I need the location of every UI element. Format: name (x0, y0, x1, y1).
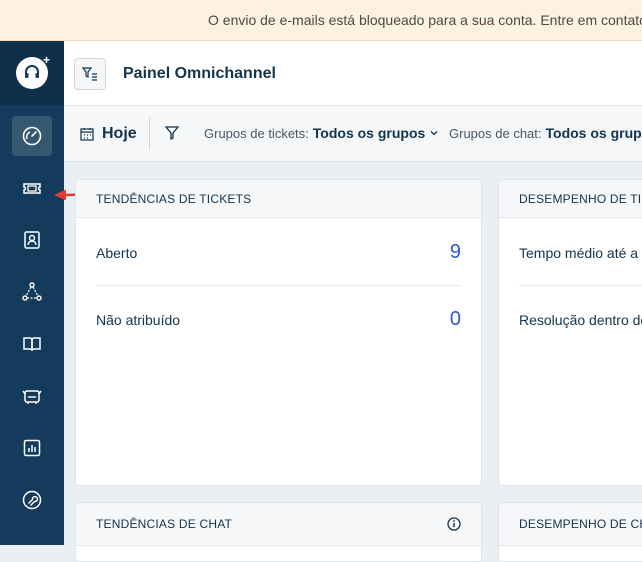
email-blocked-banner: O envio de e-mails está bloqueado para a… (0, 0, 642, 41)
chat-trends-title: TENDÊNCIAS DE CHAT (96, 517, 232, 531)
metric-label: Não atribuído (96, 312, 180, 328)
info-icon[interactable] (447, 517, 461, 531)
metric-row-open[interactable]: Aberto 9 (96, 219, 461, 286)
calendar-icon (80, 127, 94, 141)
dashboard-filter-button[interactable] (74, 58, 106, 90)
metric-row-sla[interactable]: Resolução dentro do SLA (519, 286, 642, 353)
chevron-down-icon (429, 128, 439, 138)
contact-icon (21, 229, 43, 251)
sidebar-item-network[interactable] (12, 272, 52, 312)
metric-row-unassigned[interactable]: Não atribuído 0 (96, 286, 461, 353)
wrench-icon (21, 489, 43, 511)
sidebar-item-admin[interactable] (12, 480, 52, 520)
ticket-icon (21, 177, 43, 199)
reports-icon (21, 437, 43, 459)
divider (149, 118, 150, 150)
top-bar: Painel Omnichannel (64, 41, 642, 106)
chat-performance-title: DESEMPENHO DE CHAT (499, 503, 642, 546)
sidebar-item-tickets[interactable] (12, 168, 52, 208)
metric-row-first-response[interactable]: Tempo médio até a primeira resposta (519, 219, 642, 286)
banner-text: O envio de e-mails está bloqueado para a… (208, 12, 642, 28)
chat-trends-card: TENDÊNCIAS DE CHAT (75, 502, 482, 562)
chat-groups-value: Todos os grupos (546, 125, 642, 141)
chat-trends-header: TENDÊNCIAS DE CHAT (76, 503, 481, 546)
metric-value[interactable]: 0 (450, 308, 461, 331)
ticket-performance-card: DESEMPENHO DE TICKETS Tempo médio até a … (498, 179, 642, 486)
funnel-icon (164, 125, 180, 141)
ticket-groups-value: Todos os grupos (313, 125, 426, 141)
chat-performance-card: DESEMPENHO DE CHAT (498, 502, 642, 562)
sidebar-item-knowledge-base[interactable] (12, 324, 52, 364)
date-range-selector[interactable]: Hoje (80, 125, 137, 143)
date-range-label: Hoje (102, 125, 137, 143)
ticket-groups-filter[interactable]: Grupos de tickets: Todos os grupos (204, 125, 439, 141)
ticket-performance-title: DESEMPENHO DE TICKETS (499, 180, 642, 218)
sidebar-item-reports[interactable] (12, 428, 52, 468)
metric-value[interactable]: 9 (450, 241, 461, 264)
filter-funnel-button[interactable] (164, 125, 180, 146)
sidebar-item-contacts[interactable] (12, 220, 52, 260)
headset-logo-icon: + (16, 57, 48, 89)
filter-bar: Hoje Grupos de tickets: Todos os grupos … (64, 106, 642, 162)
logo-area[interactable]: + (0, 41, 64, 105)
dashboard-icon (21, 125, 43, 147)
sidebar-item-dashboard[interactable] (12, 116, 52, 156)
metric-label: Aberto (96, 245, 137, 261)
ticket-trends-title: TENDÊNCIAS DE TICKETS (76, 180, 481, 218)
ticket-groups-label: Grupos de tickets: (204, 126, 309, 141)
freddy-icon (21, 385, 43, 407)
chat-groups-label: Grupos de chat: (449, 126, 542, 141)
network-icon (21, 281, 43, 303)
metric-label: Resolução dentro do SLA (519, 312, 642, 328)
chat-groups-filter[interactable]: Grupos de chat: Todos os grupos (449, 125, 642, 141)
page-title: Painel Omnichannel (123, 65, 276, 83)
filter-list-icon (82, 66, 98, 82)
sidebar: + (0, 41, 64, 545)
sidebar-item-automation[interactable] (12, 376, 52, 416)
ticket-trends-card: TENDÊNCIAS DE TICKETS Aberto 9 Não atrib… (75, 179, 482, 486)
book-icon (21, 333, 43, 355)
metric-label: Tempo médio até a primeira resposta (519, 245, 642, 261)
